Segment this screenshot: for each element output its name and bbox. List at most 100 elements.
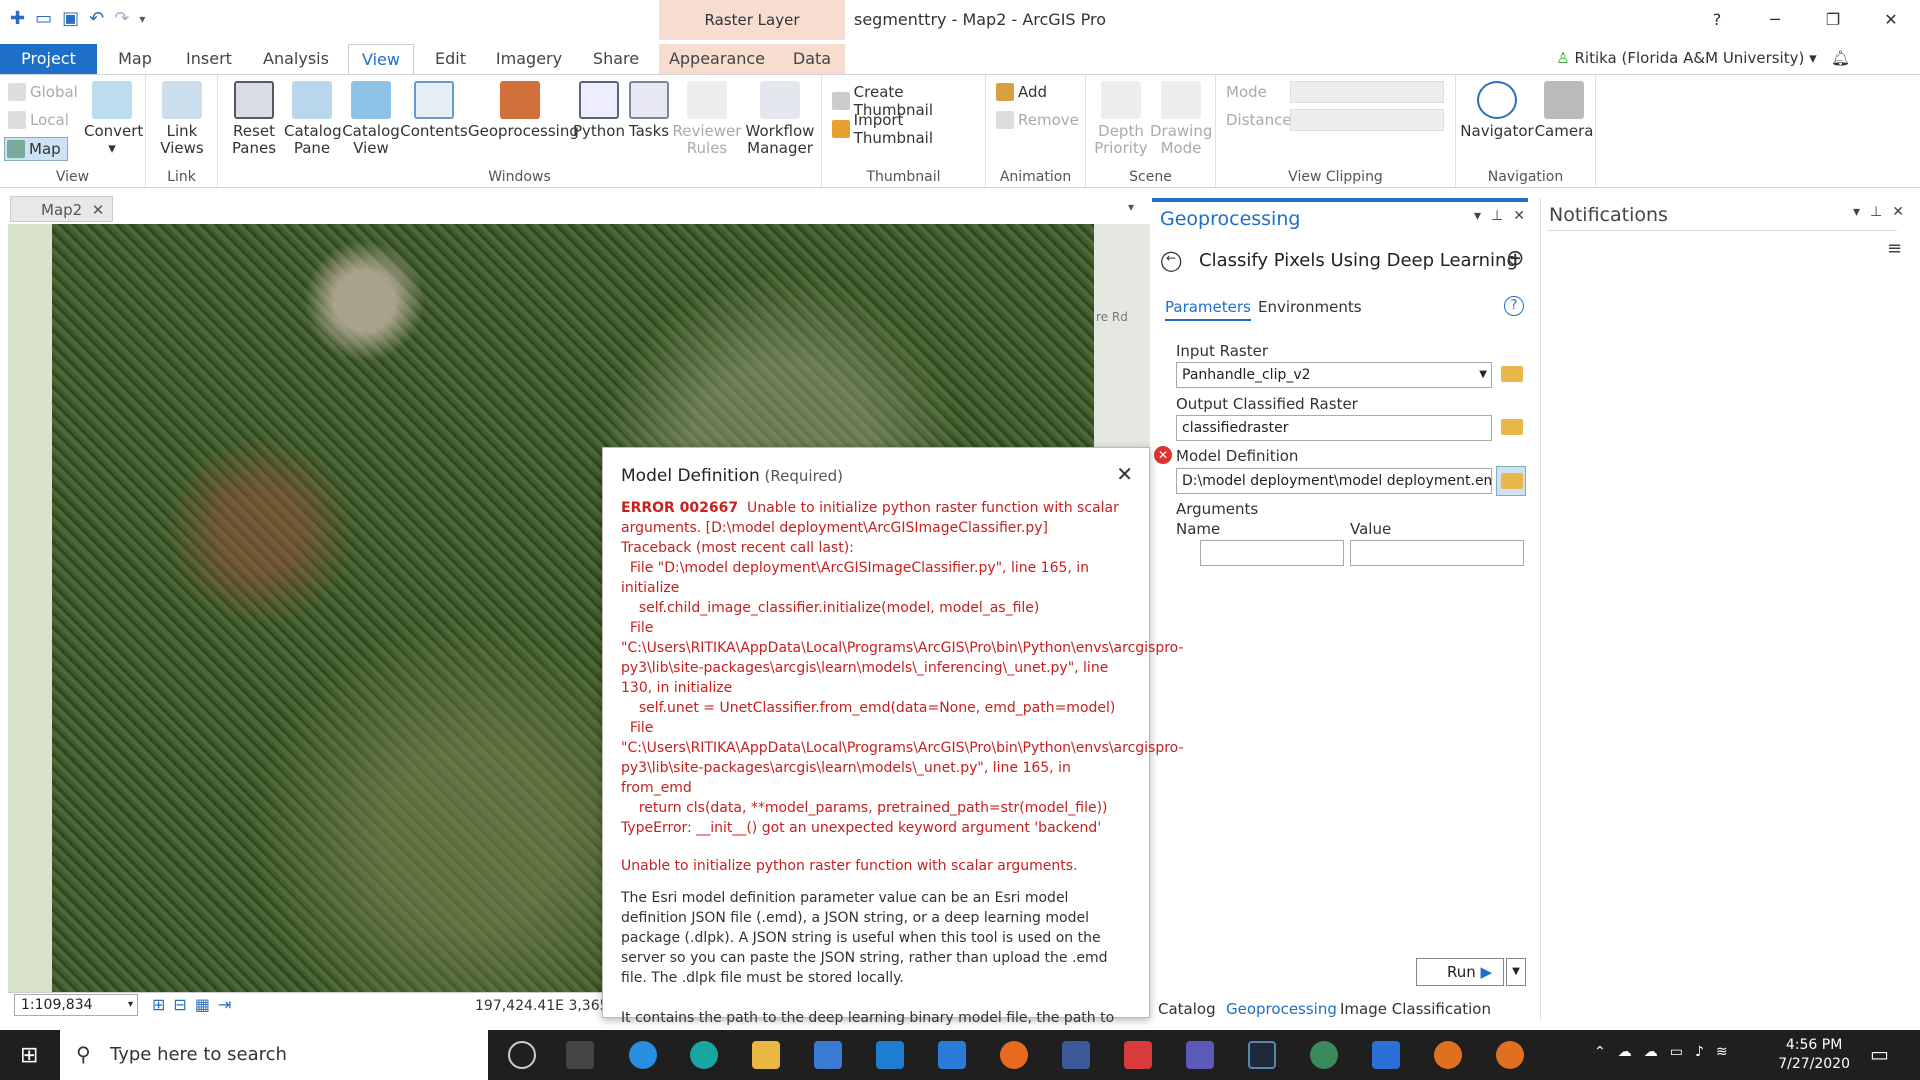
input-raster-select[interactable]: Panhandle_clip_v2 ▼	[1176, 362, 1492, 388]
add-icon[interactable]: ⊕	[1506, 246, 1524, 271]
folder-icon[interactable]	[1501, 366, 1523, 382]
edge-icon[interactable]	[690, 1041, 718, 1069]
model-browse-button[interactable]	[1496, 466, 1526, 496]
tab-data[interactable]: Data	[788, 44, 836, 74]
notifications-icon[interactable]: ▭	[1870, 1042, 1889, 1066]
menu-icon[interactable]: ≡	[1887, 238, 1902, 259]
restore-icon[interactable]: ❐	[1804, 0, 1862, 40]
minimize-icon[interactable]: ─	[1746, 0, 1804, 40]
chevron-up-icon[interactable]: ⌃	[1594, 1044, 1606, 1060]
tab-map2[interactable]: Map2 ✕	[10, 196, 114, 222]
geoprocessing-button[interactable]: Geoprocessing	[468, 81, 579, 140]
close-icon[interactable]: ✕	[1862, 0, 1920, 40]
wifi-icon[interactable]: ≋	[1716, 1044, 1728, 1060]
tab-parameters[interactable]: Parameters	[1165, 298, 1251, 321]
drawing-mode-button[interactable]: Drawing Mode	[1150, 81, 1212, 157]
onedrive-icon[interactable]: ☁	[1618, 1044, 1632, 1060]
snapping-icon[interactable]: ⊟	[173, 995, 186, 1014]
error-icon[interactable]: ✕	[1154, 446, 1172, 464]
convert-button[interactable]: Convert ▾	[84, 81, 143, 157]
grid-icon[interactable]: ▦	[195, 995, 210, 1014]
app-orange-icon[interactable]	[1434, 1041, 1462, 1069]
tab-appearance[interactable]: Appearance	[659, 44, 775, 74]
tab-view[interactable]: View	[348, 44, 414, 75]
taskbar-clock[interactable]: 4:56 PM 7/27/2020	[1778, 1036, 1850, 1074]
import-thumbnail-button[interactable]: Import Thumbnail	[832, 111, 985, 147]
tab-imagery[interactable]: Imagery	[492, 44, 566, 74]
store-icon[interactable]	[814, 1041, 842, 1069]
refresh-icon[interactable]: ⇥	[218, 995, 231, 1014]
output-raster-input[interactable]: classifiedraster	[1176, 415, 1492, 441]
pane-options-icon[interactable]: ▾	[1474, 208, 1481, 224]
folder-icon[interactable]	[1501, 419, 1523, 435]
open-icon[interactable]: ▭	[35, 8, 52, 29]
app-l-icon[interactable]	[876, 1041, 904, 1069]
add-animation-button[interactable]: Add	[996, 83, 1047, 101]
lightroom-icon[interactable]	[1248, 1041, 1276, 1069]
depth-priority-button[interactable]: Depth Priority	[1092, 81, 1150, 157]
undo-icon[interactable]: ↶	[89, 8, 104, 29]
pin-icon[interactable]: ⊥	[1491, 208, 1503, 224]
pin-icon[interactable]: ⊥	[1870, 204, 1882, 220]
user-account[interactable]: ♙ Ritika (Florida A&M University) ▾ 🔔︎	[1556, 49, 1850, 67]
camera-button[interactable]: Camera	[1534, 81, 1594, 140]
new-project-icon[interactable]: ✚	[10, 8, 25, 29]
fixed-zoom-icon[interactable]: ⊞	[152, 995, 165, 1014]
bottom-tab-image-classification[interactable]: Image Classification	[1340, 1000, 1491, 1018]
tab-map[interactable]: Map	[105, 44, 165, 74]
close-pane-icon[interactable]: ✕	[1892, 204, 1904, 220]
mail-icon[interactable]	[938, 1041, 966, 1069]
model-definition-input[interactable]: D:\model deployment\model deployment.emd	[1176, 468, 1492, 494]
app-orange-2-icon[interactable]	[1496, 1041, 1524, 1069]
argument-name-input[interactable]	[1200, 540, 1344, 566]
global-button[interactable]: Global	[8, 83, 78, 101]
catalog-view-button[interactable]: Catalog View	[340, 81, 402, 157]
contents-button[interactable]: Contents	[400, 81, 468, 140]
cortana-icon[interactable]	[508, 1041, 536, 1069]
tab-insert[interactable]: Insert	[178, 44, 240, 74]
run-button[interactable]: Run ▶	[1416, 958, 1504, 986]
close-icon[interactable]: ✕	[1116, 462, 1133, 486]
tasks-button[interactable]: Tasks	[626, 81, 672, 140]
close-pane-icon[interactable]: ✕	[1513, 208, 1525, 224]
help-button[interactable]: ?	[1688, 0, 1746, 40]
tab-environments[interactable]: Environments	[1258, 298, 1362, 316]
battery-icon[interactable]: ▭	[1670, 1044, 1683, 1060]
bell-icon[interactable]: 🔔︎	[1831, 49, 1850, 67]
catalog-pane-button[interactable]: Catalog Pane	[284, 81, 342, 157]
task-view-icon[interactable]	[566, 1041, 594, 1069]
local-button[interactable]: Local	[8, 111, 69, 129]
pane-options-icon[interactable]: ▾	[1853, 204, 1860, 220]
reviewer-rules-button[interactable]: Reviewer Rules	[672, 81, 742, 157]
save-icon[interactable]: ▣	[62, 8, 79, 29]
scale-select[interactable]: 1:109,834 ▾	[14, 994, 138, 1016]
distance-input[interactable]	[1290, 109, 1444, 131]
volume-icon[interactable]: ♪	[1695, 1044, 1704, 1060]
link-views-button[interactable]: Link Views	[154, 81, 210, 157]
tab-analysis[interactable]: Analysis	[258, 44, 334, 74]
remove-animation-button[interactable]: Remove	[996, 111, 1079, 129]
facebook-icon[interactable]	[1062, 1041, 1090, 1069]
customize-icon[interactable]: ▾	[139, 12, 145, 26]
mode-select[interactable]	[1290, 81, 1444, 103]
tab-share[interactable]: Share	[588, 44, 644, 74]
reset-panes-button[interactable]: Reset Panes	[226, 81, 282, 157]
help-icon[interactable]: ?	[1504, 296, 1524, 316]
bottom-tab-catalog[interactable]: Catalog	[1158, 1000, 1216, 1018]
map-view-button[interactable]: Map	[4, 137, 68, 161]
search-app-icon[interactable]	[1310, 1041, 1338, 1069]
workflow-manager-button[interactable]: Workflow Manager	[740, 81, 820, 157]
news-icon[interactable]	[1124, 1041, 1152, 1069]
firefox-icon[interactable]	[1000, 1041, 1028, 1069]
bottom-tab-geoprocessing[interactable]: Geoprocessing	[1226, 1000, 1337, 1018]
argument-value-input[interactable]	[1350, 540, 1524, 566]
taskbar-search[interactable]: Type here to search	[60, 1030, 488, 1080]
cloud-icon[interactable]: ☁	[1644, 1044, 1658, 1060]
word-icon[interactable]	[1372, 1041, 1400, 1069]
python-button[interactable]: Python	[570, 81, 628, 140]
navigator-button[interactable]: Navigator	[1460, 81, 1534, 140]
close-tab-icon[interactable]: ✕	[92, 201, 105, 219]
teams-icon[interactable]	[1186, 1041, 1214, 1069]
tab-edit[interactable]: Edit	[428, 44, 473, 74]
arcgis-pro-icon[interactable]	[629, 1041, 657, 1069]
